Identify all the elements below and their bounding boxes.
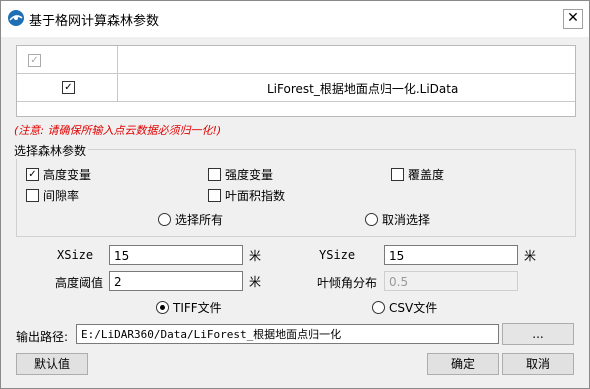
- height-threshold-input[interactable]: 2: [109, 271, 243, 291]
- table-divider: [17, 101, 575, 102]
- deselect-label: 取消选择: [382, 213, 431, 227]
- height-threshold-label: 高度阈值: [55, 276, 104, 290]
- output-path-label: 输出路径:: [16, 330, 69, 344]
- ysize-label: YSize: [319, 248, 356, 262]
- option-label: 叶面积指数: [225, 189, 286, 203]
- default-values-button[interactable]: 默认值: [16, 353, 88, 375]
- tiff-format-radio[interactable]: TIFF文件: [156, 299, 222, 316]
- gap-fraction-checkbox[interactable]: [26, 189, 39, 202]
- tiff-radio-dot[interactable]: [156, 301, 169, 314]
- option-coverage[interactable]: 覆盖度: [391, 166, 444, 183]
- title-bar: 基于格网计算森林参数 ✕: [1, 1, 589, 37]
- file-row-checkbox[interactable]: ✓: [62, 81, 75, 94]
- lidar360-logo-icon: [8, 10, 24, 26]
- option-label: 间隙率: [43, 189, 80, 203]
- forest-params-title: 选择森林参数: [12, 142, 89, 159]
- option-label: 高度变量: [43, 168, 92, 182]
- leaf-angle-input: 0.5: [384, 271, 518, 291]
- dialog-window: 基于格网计算森林参数 ✕ ✓ ✓ LiForest_根据地面点归一化.LiDat…: [0, 0, 590, 389]
- ysize-input[interactable]: 15: [384, 245, 518, 265]
- window-title: 基于格网计算森林参数: [29, 14, 160, 29]
- csv-radio-dot[interactable]: [372, 301, 385, 314]
- option-label: 覆盖度: [408, 168, 445, 182]
- csv-format-radio[interactable]: CSV文件: [372, 299, 437, 316]
- option-leaf-area-index[interactable]: 叶面积指数: [208, 187, 285, 204]
- xsize-input[interactable]: 15: [109, 245, 243, 265]
- output-path-input[interactable]: E:/LiDAR360/Data/LiForest_根据地面点归一化: [76, 324, 499, 344]
- height-variable-checkbox[interactable]: ✓: [26, 168, 39, 181]
- select-all-label: 选择所有: [175, 213, 224, 227]
- normalization-warning: (注意: 请确保所输入点云数据必须归一化!): [14, 124, 222, 137]
- leaf-angle-label: 叶倾角分布: [317, 276, 378, 290]
- forest-params-group: [16, 149, 576, 237]
- cancel-button[interactable]: 取消: [502, 353, 574, 375]
- ok-button[interactable]: 确定: [427, 353, 499, 375]
- option-intensity-variable[interactable]: 强度变量: [208, 166, 273, 183]
- input-file-table: ✓ ✓ LiForest_根据地面点归一化.LiData: [16, 45, 576, 117]
- select-all-radio-dot[interactable]: [158, 213, 171, 226]
- deselect-all-radio[interactable]: 取消选择: [365, 211, 430, 228]
- select-all-files-checkbox[interactable]: ✓: [28, 54, 41, 67]
- close-button[interactable]: ✕: [563, 9, 583, 29]
- ysize-unit: 米: [524, 249, 537, 263]
- height-threshold-unit: 米: [249, 275, 262, 289]
- xsize-label: XSize: [57, 248, 94, 262]
- coverage-checkbox[interactable]: [391, 168, 404, 181]
- deselect-radio-dot[interactable]: [365, 213, 378, 226]
- select-all-radio[interactable]: 选择所有: [158, 211, 223, 228]
- tiff-label: TIFF文件: [173, 301, 222, 315]
- option-label: 强度变量: [225, 168, 274, 182]
- option-gap-fraction[interactable]: 间隙率: [26, 187, 79, 204]
- file-name-cell[interactable]: LiForest_根据地面点归一化.LiData: [267, 80, 458, 97]
- xsize-unit: 米: [249, 249, 262, 263]
- csv-label: CSV文件: [389, 301, 438, 315]
- option-height-variable[interactable]: ✓ 高度变量: [26, 166, 91, 183]
- intensity-variable-checkbox[interactable]: [208, 168, 221, 181]
- leaf-area-index-checkbox[interactable]: [208, 189, 221, 202]
- table-divider: [17, 73, 575, 74]
- browse-button[interactable]: ...: [502, 323, 574, 345]
